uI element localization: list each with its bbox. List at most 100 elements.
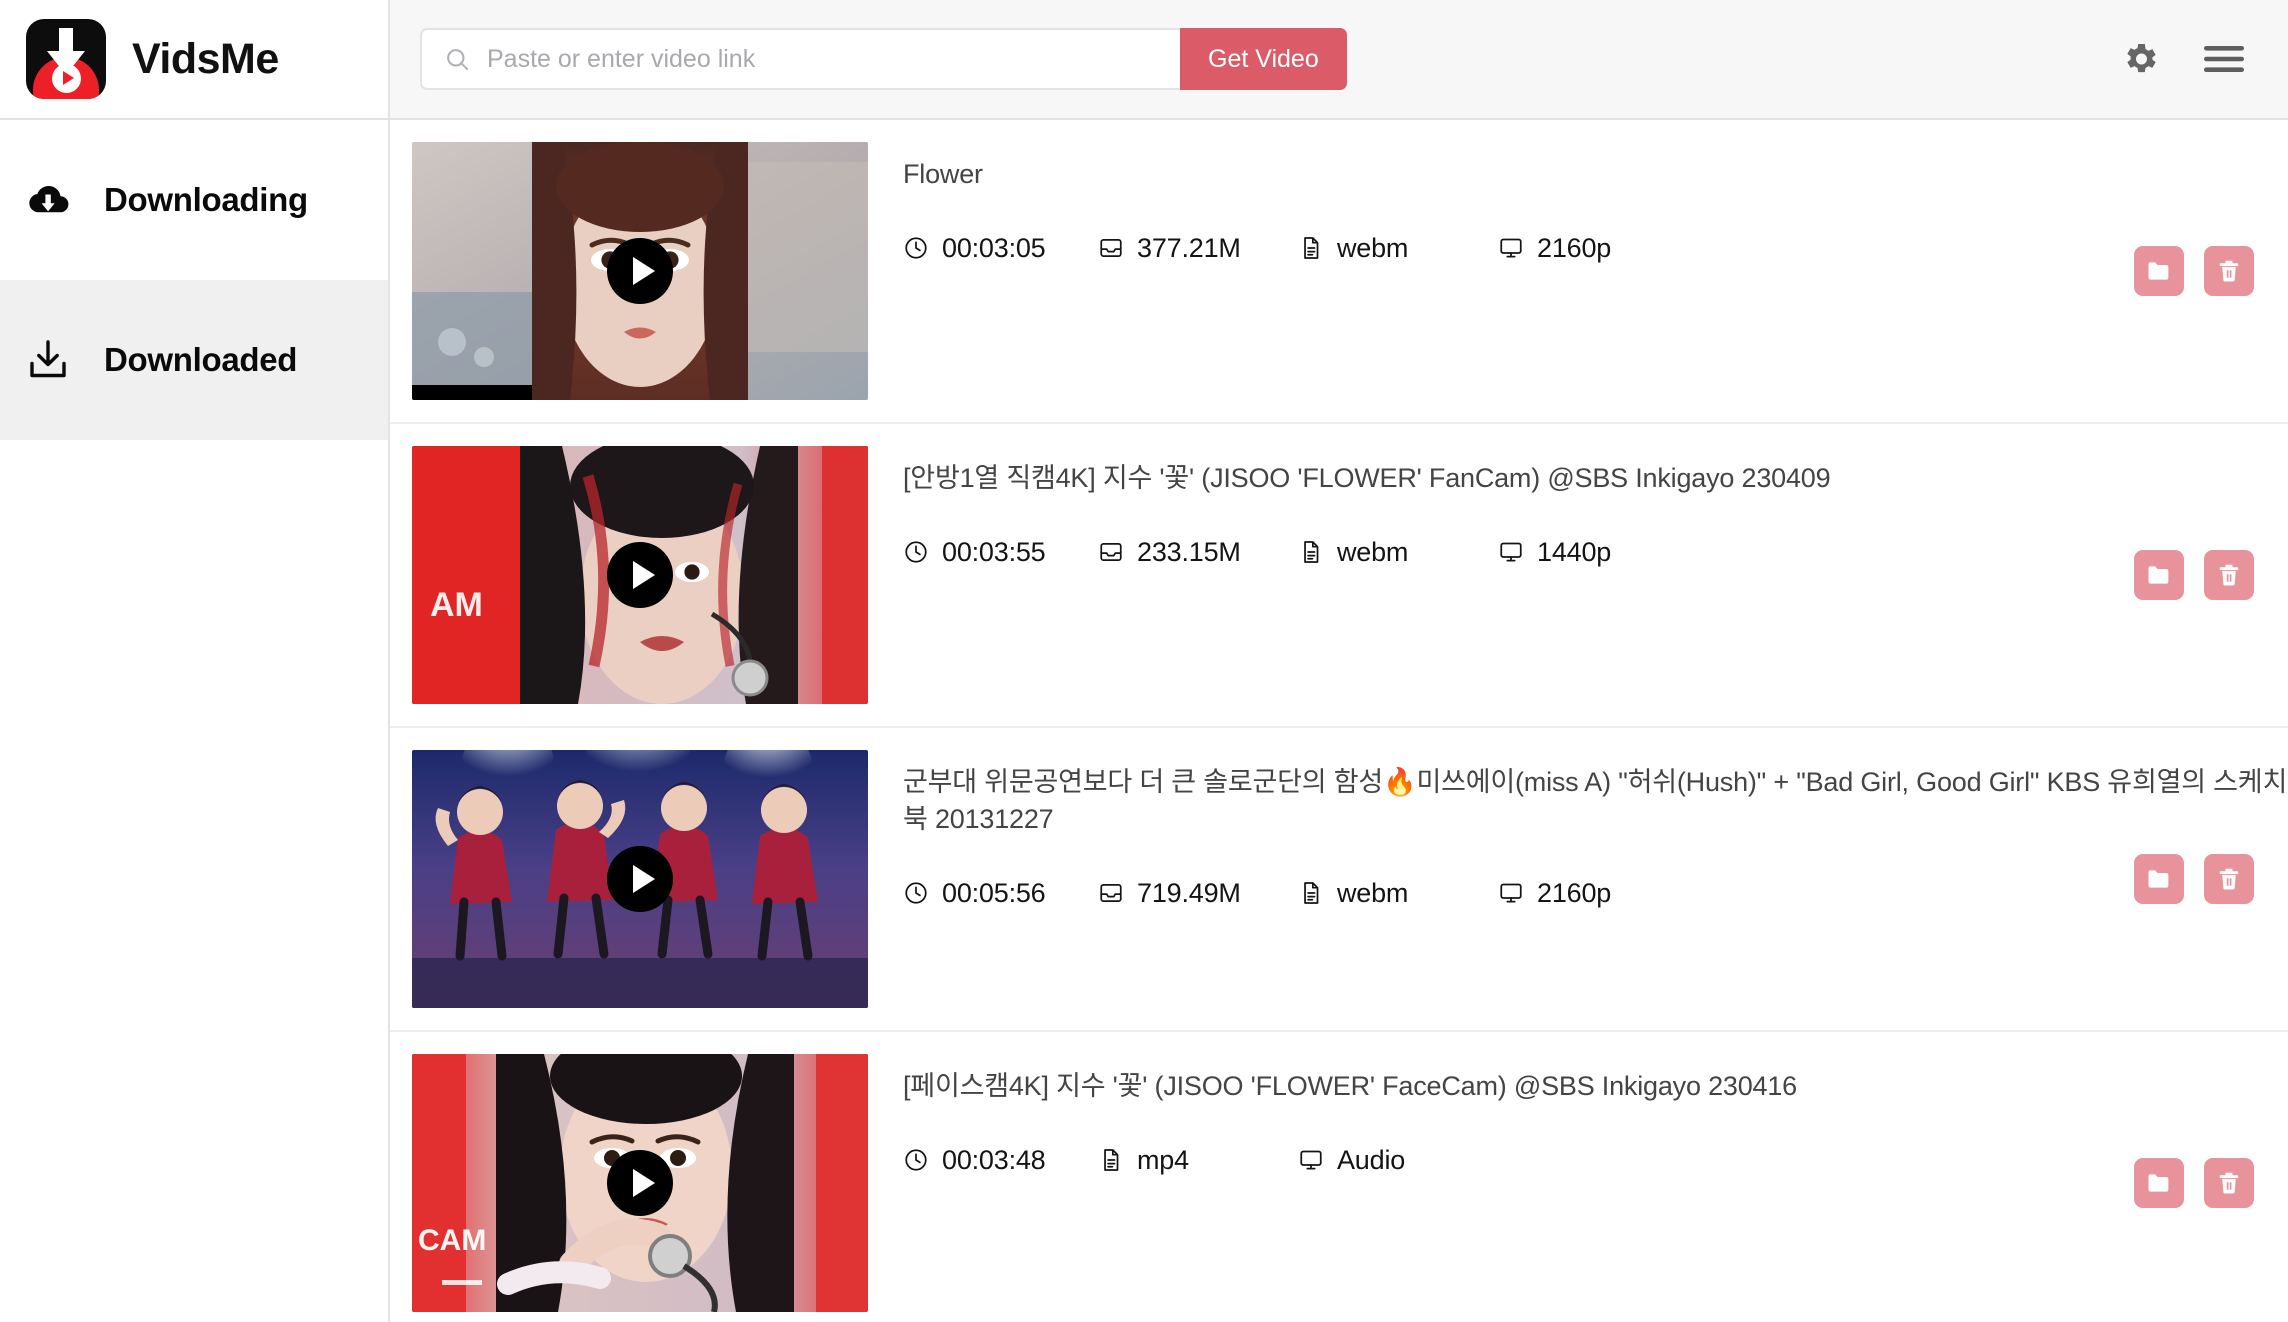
- meta-resolution-value: 2160p: [1537, 877, 1612, 908]
- brand-name: VidsMe: [132, 34, 279, 83]
- video-title: [안방1열 직캠4K] 지수 '꽃' (JISOO 'FLOWER' FanCa…: [903, 463, 1831, 493]
- video-info: 군부대 위문공연보다 더 큰 솔로군단의 함성🔥미쓰에이(miss A) "허쉬…: [868, 750, 2288, 909]
- meta-resolution-value: 1440p: [1537, 536, 1612, 567]
- search-icon: [444, 46, 471, 73]
- top-bar-main: Get Video: [390, 0, 2288, 118]
- video-info: [안방1열 직캠4K] 지수 '꽃' (JISOO 'FLOWER' FanCa…: [868, 446, 2288, 568]
- search-input[interactable]: [487, 44, 1160, 74]
- open-folder-button[interactable]: [2134, 246, 2184, 296]
- meta-duration-value: 00:03:05: [942, 232, 1046, 263]
- row-actions: [2134, 550, 2254, 600]
- video-meta: 00:03:05 377.21M webm 2160p: [903, 233, 2288, 264]
- play-button[interactable]: [607, 846, 673, 912]
- play-button[interactable]: [607, 1150, 673, 1216]
- delete-button[interactable]: [2204, 550, 2254, 600]
- play-button[interactable]: [607, 542, 673, 608]
- meta-size-value: 233.15M: [1137, 536, 1241, 567]
- sidebar-item-label: Downloaded: [104, 341, 298, 378]
- folder-icon: [2145, 257, 2173, 285]
- settings-button[interactable]: [2116, 35, 2164, 83]
- meta-format-value: webm: [1337, 536, 1409, 567]
- app-logo-icon: [26, 19, 106, 99]
- cloud-download-icon: [22, 180, 74, 220]
- folder-icon: [2145, 561, 2173, 589]
- video-info: [페이스캠4K] 지수 '꽃' (JISOO 'FLOWER' FaceCam)…: [868, 1054, 2288, 1176]
- get-video-button[interactable]: Get Video: [1180, 28, 1347, 90]
- video-thumbnail[interactable]: [412, 750, 868, 1008]
- document-icon: [1098, 1147, 1124, 1173]
- video-title: 군부대 위문공연보다 더 큰 솔로군단의 함성🔥미쓰에이(miss A) "허쉬…: [903, 767, 2288, 834]
- open-folder-button[interactable]: [2134, 854, 2184, 904]
- meta-resolution-value: 2160p: [1537, 232, 1612, 263]
- hamburger-menu-icon: [2202, 41, 2246, 77]
- archive-box-icon: [1098, 880, 1124, 906]
- sidebar-item-downloaded[interactable]: Downloaded: [0, 280, 388, 440]
- trash-icon: [2215, 865, 2243, 893]
- meta-format: webm: [1298, 233, 1498, 264]
- table-row: CAM [페이스캠4K] 지수 '꽃' (JISOO 'FLOWER' Face…: [390, 1032, 2288, 1322]
- clock-icon: [903, 1147, 929, 1173]
- delete-button[interactable]: [2204, 246, 2254, 296]
- video-title: [페이스캠4K] 지수 '꽃' (JISOO 'FLOWER' FaceCam)…: [903, 1071, 1797, 1101]
- body: Downloading Downloaded Flower 00:03:05 3…: [0, 120, 2288, 1322]
- meta-duration-value: 00:03:55: [942, 536, 1046, 567]
- search-group: Get Video: [420, 28, 1347, 90]
- row-actions: [2134, 854, 2254, 904]
- table-row: AM [안방1열 직캠4K] 지수 '꽃' (JISOO 'FLOWER' Fa…: [390, 424, 2288, 728]
- sidebar-item-downloading[interactable]: Downloading: [0, 120, 388, 280]
- svg-text:AM: AM: [430, 586, 483, 624]
- table-row: 군부대 위문공연보다 더 큰 솔로군단의 함성🔥미쓰에이(miss A) "허쉬…: [390, 728, 2288, 1032]
- meta-format: mp4: [1098, 1145, 1298, 1176]
- meta-format: webm: [1298, 537, 1498, 568]
- folder-icon: [2145, 1169, 2173, 1197]
- meta-duration: 00:03:55: [903, 537, 1098, 568]
- meta-size: 719.49M: [1098, 878, 1298, 909]
- video-thumbnail[interactable]: [412, 142, 868, 400]
- download-tray-icon: [22, 338, 74, 382]
- play-button[interactable]: [607, 238, 673, 304]
- meta-size: 377.21M: [1098, 233, 1298, 264]
- top-bar: VidsMe Get Video: [0, 0, 2288, 120]
- document-icon: [1298, 235, 1324, 261]
- video-thumbnail[interactable]: CAM: [412, 1054, 868, 1312]
- top-bar-icons: [2116, 35, 2254, 83]
- meta-format-value: mp4: [1137, 1144, 1189, 1175]
- video-info: Flower 00:03:05 377.21M webm 2160p: [868, 142, 2288, 264]
- sidebar: Downloading Downloaded: [0, 120, 390, 1322]
- meta-resolution: Audio: [1298, 1145, 1498, 1176]
- clock-icon: [903, 235, 929, 261]
- meta-resolution: 1440p: [1498, 537, 1698, 568]
- trash-icon: [2215, 257, 2243, 285]
- video-meta: 00:05:56 719.49M webm 2160p: [903, 878, 2288, 909]
- archive-box-icon: [1098, 235, 1124, 261]
- monitor-icon: [1498, 235, 1524, 261]
- svg-text:CAM: CAM: [418, 1224, 486, 1257]
- open-folder-button[interactable]: [2134, 1158, 2184, 1208]
- menu-button[interactable]: [2198, 37, 2250, 81]
- meta-format-value: webm: [1337, 877, 1409, 908]
- delete-button[interactable]: [2204, 1158, 2254, 1208]
- meta-duration-value: 00:03:48: [942, 1144, 1046, 1175]
- video-thumbnail[interactable]: AM: [412, 446, 868, 704]
- meta-format-value: webm: [1337, 232, 1409, 263]
- folder-icon: [2145, 865, 2173, 893]
- document-icon: [1298, 880, 1324, 906]
- monitor-icon: [1498, 539, 1524, 565]
- video-list: Flower 00:03:05 377.21M webm 2160p AM [안…: [390, 120, 2288, 1322]
- brand: VidsMe: [0, 0, 390, 118]
- clock-icon: [903, 539, 929, 565]
- video-title: Flower: [903, 159, 983, 189]
- meta-size-value: 377.21M: [1137, 232, 1241, 263]
- monitor-icon: [1498, 880, 1524, 906]
- meta-resolution: 2160p: [1498, 233, 1698, 264]
- row-actions: [2134, 246, 2254, 296]
- delete-button[interactable]: [2204, 854, 2254, 904]
- gear-icon: [2120, 39, 2160, 79]
- open-folder-button[interactable]: [2134, 550, 2184, 600]
- video-meta: 00:03:55 233.15M webm 1440p: [903, 537, 2288, 568]
- meta-size-value: 719.49M: [1137, 877, 1241, 908]
- meta-duration: 00:03:05: [903, 233, 1098, 264]
- document-icon: [1298, 539, 1324, 565]
- search-box[interactable]: [420, 28, 1180, 90]
- meta-duration: 00:05:56: [903, 878, 1098, 909]
